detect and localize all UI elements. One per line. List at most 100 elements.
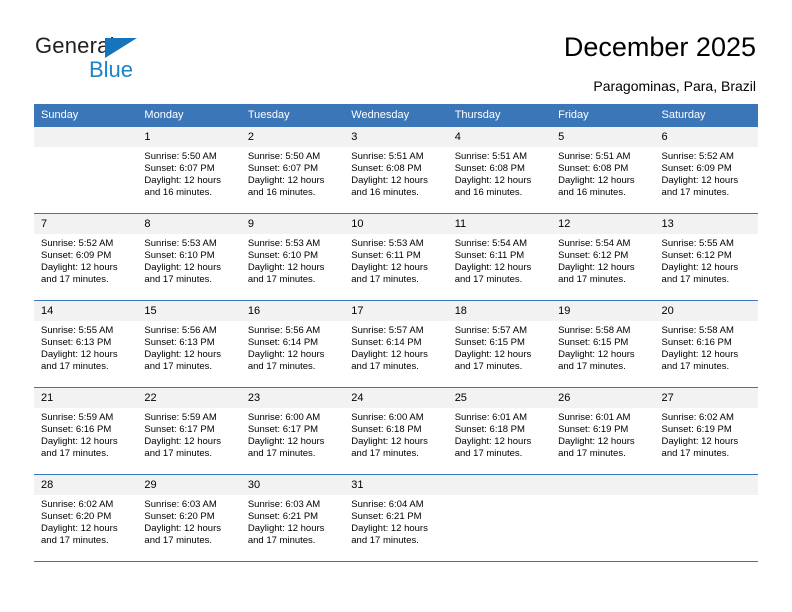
day-number: 1	[137, 127, 241, 147]
page-header: General Blue December 2025 Paragominas, …	[0, 0, 792, 104]
daylight-duration-line1: Daylight: 12 hours	[558, 435, 635, 447]
day-number: 13	[654, 214, 758, 234]
daylight-duration-line2: and 17 minutes.	[454, 447, 523, 459]
calendar-day-cell[interactable]: 28 Sunrise: 6:02 AM Sunset: 6:20 PM Dayligh…	[34, 474, 138, 562]
general-blue-logo[interactable]: General Blue	[35, 33, 215, 89]
daylight-duration-line2: and 16 minutes.	[454, 186, 523, 198]
day-number: 5	[551, 127, 655, 147]
day-number: 16	[240, 301, 345, 321]
day-sun-info: Sunrise: 5:59 AM Sunset: 6:17 PM Daylight:…	[137, 408, 240, 460]
sunset-time: Sunset: 6:17 PM	[247, 423, 319, 435]
sunset-time: Sunset: 6:08 PM	[351, 162, 422, 174]
calendar-day-cell[interactable]: 18 Sunrise: 5:57 AM Sunset: 6:15 PM Dayligh…	[447, 300, 552, 388]
calendar-day-cell[interactable]: 25 Sunrise: 6:01 AM Sunset: 6:18 PM Dayligh…	[447, 387, 552, 475]
calendar-day-cell[interactable]: 6 Sunrise: 5:52 AM Sunset: 6:09 PM Daylight…	[654, 126, 758, 214]
daylight-duration-line2: and 16 minutes.	[558, 186, 626, 198]
sunrise-time: Sunrise: 5:53 AM	[247, 238, 321, 249]
calendar-day-cell[interactable]: 5 Sunrise: 5:51 AM Sunset: 6:08 PM Daylight…	[551, 126, 655, 214]
calendar-day-cell[interactable]: 8 Sunrise: 5:53 AM Sunset: 6:10 PM Daylight…	[137, 213, 241, 301]
daylight-duration-line2: and 17 minutes.	[144, 273, 213, 285]
sunrise-time: Sunrise: 6:00 AM	[351, 412, 424, 423]
daylight-duration-line1: Daylight: 12 hours	[454, 261, 532, 273]
calendar-day-cell[interactable]: 31 Sunrise: 6:04 AM Sunset: 6:21 PM Dayligh…	[344, 474, 448, 562]
day-number: 9	[240, 214, 345, 234]
daylight-duration-line2: and 17 minutes.	[351, 534, 419, 546]
daylight-duration-line2: and 17 minutes.	[351, 273, 419, 285]
calendar-day-cell[interactable]: 30 Sunrise: 6:03 AM Sunset: 6:21 PM Dayligh…	[240, 474, 345, 562]
sunrise-time: Sunrise: 5:56 AM	[144, 325, 217, 336]
sunset-time: Sunset: 6:09 PM	[661, 162, 732, 174]
daylight-duration-line2: and 17 minutes.	[247, 273, 316, 285]
sunset-time: Sunset: 6:08 PM	[558, 162, 629, 174]
day-sun-info: Sunrise: 5:50 AM Sunset: 6:07 PM Daylight:…	[241, 147, 344, 199]
sunrise-time: Sunrise: 6:02 AM	[41, 499, 114, 510]
day-sun-info: Sunrise: 5:54 AM Sunset: 6:12 PM Daylight:…	[551, 234, 654, 286]
calendar-day-cell[interactable]: 16 Sunrise: 5:56 AM Sunset: 6:14 PM Dayligh…	[240, 300, 345, 388]
day-sun-info: Sunrise: 6:01 AM Sunset: 6:18 PM Daylight:…	[448, 408, 551, 460]
daylight-duration-line1: Daylight: 12 hours	[144, 522, 221, 534]
sunrise-time: Sunrise: 5:54 AM	[558, 238, 631, 249]
calendar-day-cell[interactable]: 17 Sunrise: 5:57 AM Sunset: 6:14 PM Dayligh…	[344, 300, 448, 388]
sunset-time: Sunset: 6:10 PM	[144, 249, 215, 261]
calendar-day-cell[interactable]: 14 Sunrise: 5:55 AM Sunset: 6:13 PM Dayligh…	[34, 300, 138, 388]
blue-triangle-icon	[105, 38, 137, 58]
day-number	[447, 475, 552, 495]
sunrise-time: Sunrise: 5:53 AM	[351, 238, 424, 249]
day-sun-info: Sunrise: 5:59 AM Sunset: 6:16 PM Daylight:…	[34, 408, 137, 460]
daylight-duration-line1: Daylight: 12 hours	[41, 348, 118, 360]
sunrise-time: Sunrise: 5:50 AM	[144, 151, 217, 162]
daylight-duration-line2: and 16 minutes.	[144, 186, 213, 198]
calendar-day-cell[interactable]: 24 Sunrise: 6:00 AM Sunset: 6:18 PM Dayligh…	[344, 387, 448, 475]
calendar-day-cell[interactable]: 11 Sunrise: 5:54 AM Sunset: 6:11 PM Dayligh…	[447, 213, 552, 301]
daylight-duration-line1: Daylight: 12 hours	[41, 522, 118, 534]
sunrise-time: Sunrise: 5:57 AM	[454, 325, 528, 336]
calendar-day-cell[interactable]: 22 Sunrise: 5:59 AM Sunset: 6:17 PM Dayligh…	[137, 387, 241, 475]
weekday-header-friday: Friday	[551, 104, 655, 127]
calendar-day-cell[interactable]: 21 Sunrise: 5:59 AM Sunset: 6:16 PM Dayligh…	[34, 387, 138, 475]
day-number: 6	[654, 127, 758, 147]
calendar-week-row: 1 Sunrise: 5:50 AM Sunset: 6:07 PM Daylight…	[34, 126, 758, 214]
daylight-duration-line1: Daylight: 12 hours	[558, 261, 635, 273]
daylight-duration-line1: Daylight: 12 hours	[661, 348, 739, 360]
sunset-time: Sunset: 6:07 PM	[247, 162, 319, 174]
day-number: 25	[447, 388, 552, 408]
calendar-day-cell[interactable]: 10 Sunrise: 5:53 AM Sunset: 6:11 PM Dayligh…	[344, 213, 448, 301]
sunrise-time: Sunrise: 6:01 AM	[454, 412, 528, 423]
daylight-duration-line2: and 17 minutes.	[247, 534, 316, 546]
sunset-time: Sunset: 6:19 PM	[661, 423, 732, 435]
day-sun-info: Sunrise: 5:58 AM Sunset: 6:15 PM Daylight:…	[551, 321, 654, 373]
calendar-day-cell[interactable]: 23 Sunrise: 6:00 AM Sunset: 6:17 PM Dayligh…	[240, 387, 345, 475]
calendar-day-cell[interactable]: 19 Sunrise: 5:58 AM Sunset: 6:15 PM Dayligh…	[551, 300, 655, 388]
sunset-time: Sunset: 6:21 PM	[351, 510, 422, 522]
daylight-duration-line1: Daylight: 12 hours	[351, 522, 428, 534]
calendar-day-cell[interactable]: 4 Sunrise: 5:51 AM Sunset: 6:08 PM Daylight…	[447, 126, 552, 214]
calendar-week-row: 21 Sunrise: 5:59 AM Sunset: 6:16 PM Dayligh…	[34, 387, 758, 475]
daylight-duration-line1: Daylight: 12 hours	[144, 348, 221, 360]
calendar-day-cell[interactable]: 2 Sunrise: 5:50 AM Sunset: 6:07 PM Daylight…	[240, 126, 345, 214]
day-sun-info: Sunrise: 5:51 AM Sunset: 6:08 PM Daylight:…	[344, 147, 447, 199]
page-title: December 2025	[563, 32, 756, 62]
calendar-day-cell[interactable]: 13 Sunrise: 5:55 AM Sunset: 6:12 PM Dayligh…	[654, 213, 758, 301]
sunset-time: Sunset: 6:14 PM	[351, 336, 422, 348]
sunrise-time: Sunrise: 5:51 AM	[558, 151, 631, 162]
day-number	[654, 475, 758, 495]
day-number: 28	[34, 475, 138, 495]
sunrise-time: Sunrise: 5:59 AM	[41, 412, 114, 423]
calendar-day-cell[interactable]: 27 Sunrise: 6:02 AM Sunset: 6:19 PM Dayligh…	[654, 387, 758, 475]
day-number: 15	[137, 301, 241, 321]
calendar-day-cell[interactable]: 29 Sunrise: 6:03 AM Sunset: 6:20 PM Dayligh…	[137, 474, 241, 562]
day-sun-info: Sunrise: 6:02 AM Sunset: 6:19 PM Daylight:…	[655, 408, 758, 460]
calendar-day-cell[interactable]: 20 Sunrise: 5:58 AM Sunset: 6:16 PM Dayligh…	[654, 300, 758, 388]
calendar-day-cell[interactable]: 3 Sunrise: 5:51 AM Sunset: 6:08 PM Daylight…	[344, 126, 448, 214]
daylight-duration-line1: Daylight: 12 hours	[661, 435, 739, 447]
calendar-day-cell[interactable]: 15 Sunrise: 5:56 AM Sunset: 6:13 PM Dayligh…	[137, 300, 241, 388]
calendar-day-cell[interactable]: 26 Sunrise: 6:01 AM Sunset: 6:19 PM Dayligh…	[551, 387, 655, 475]
sunrise-time: Sunrise: 5:54 AM	[454, 238, 528, 249]
calendar-day-cell[interactable]: 9 Sunrise: 5:53 AM Sunset: 6:10 PM Daylight…	[240, 213, 345, 301]
daylight-duration-line1: Daylight: 12 hours	[247, 261, 325, 273]
calendar-day-cell[interactable]: 1 Sunrise: 5:50 AM Sunset: 6:07 PM Daylight…	[137, 126, 241, 214]
calendar-day-cell[interactable]: 12 Sunrise: 5:54 AM Sunset: 6:12 PM Dayligh…	[551, 213, 655, 301]
sunrise-time: Sunrise: 5:52 AM	[41, 238, 114, 249]
calendar-day-cell[interactable]: 7 Sunrise: 5:52 AM Sunset: 6:09 PM Daylight…	[34, 213, 138, 301]
day-sun-info: Sunrise: 5:57 AM Sunset: 6:15 PM Daylight:…	[448, 321, 551, 373]
